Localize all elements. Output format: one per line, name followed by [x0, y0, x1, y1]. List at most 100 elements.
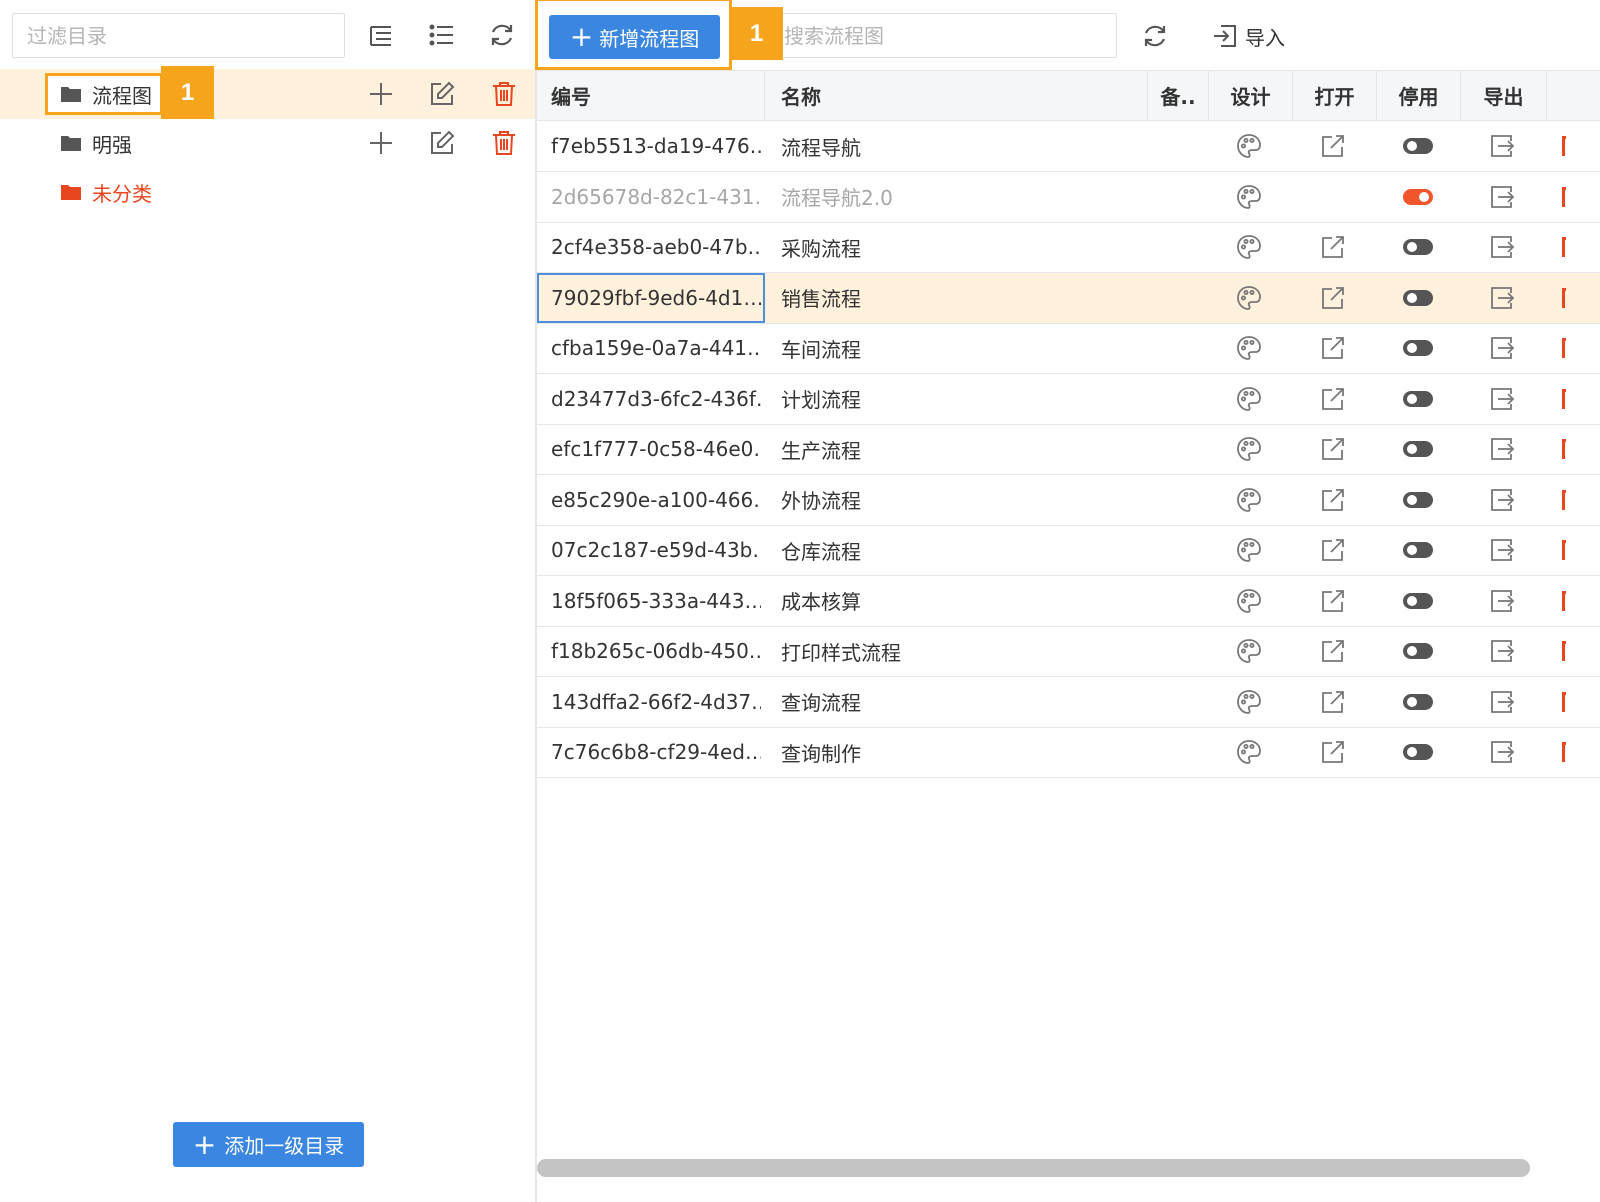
delete-icon[interactable] [1562, 590, 1566, 611]
export-icon[interactable] [1488, 587, 1516, 615]
open-external-icon[interactable] [1319, 587, 1347, 615]
tree-row-flowchart[interactable]: 流程图 1 [0, 66, 535, 119]
list-icon[interactable] [427, 20, 457, 50]
disable-toggle[interactable] [1403, 693, 1433, 710]
tree-row-uncategorized[interactable]: 未分类 [0, 167, 535, 217]
export-icon[interactable] [1488, 183, 1516, 211]
list-tree-icon[interactable] [366, 20, 396, 50]
table-row[interactable]: f7eb5513-da19-476… 流程导航 [537, 121, 1600, 172]
disable-toggle[interactable] [1403, 289, 1433, 306]
filter-directory-input[interactable] [12, 13, 345, 58]
delete-icon[interactable] [489, 128, 519, 158]
disable-toggle[interactable] [1403, 643, 1433, 659]
open-external-icon[interactable] [1319, 637, 1347, 665]
open-external-icon[interactable] [1319, 738, 1347, 766]
tree-row-mingqiang[interactable]: 明强 [0, 118, 535, 168]
delete-icon[interactable] [1562, 388, 1566, 409]
header-remark[interactable]: 备.. [1148, 71, 1209, 120]
export-icon[interactable] [1488, 536, 1516, 564]
disable-toggle[interactable] [1403, 491, 1433, 508]
open-external-icon[interactable] [1319, 385, 1347, 413]
open-external-icon[interactable] [1319, 233, 1347, 261]
disable-toggle[interactable] [1403, 390, 1433, 407]
export-icon[interactable] [1488, 435, 1516, 463]
export-icon[interactable] [1488, 334, 1516, 362]
palette-icon[interactable] [1235, 738, 1263, 766]
add-icon[interactable] [366, 79, 396, 109]
header-name[interactable]: 名称 [765, 71, 1148, 120]
open-external-icon[interactable] [1319, 284, 1347, 312]
disable-toggle[interactable] [1403, 441, 1433, 457]
disable-toggle[interactable] [1403, 239, 1433, 255]
delete-icon[interactable] [1562, 186, 1566, 207]
table-row[interactable]: f18b265c-06db-450… 打印样式流程 [537, 626, 1600, 677]
export-icon[interactable] [1488, 233, 1516, 261]
palette-icon[interactable] [1235, 688, 1263, 716]
disable-toggle[interactable] [1403, 138, 1433, 154]
refresh-icon[interactable] [1140, 21, 1170, 51]
header-open[interactable]: 打开 [1293, 71, 1377, 120]
table-row[interactable]: cfba159e-0a7a-441… 车间流程 [537, 323, 1600, 374]
new-flowchart-button[interactable]: + 新增流程图 [549, 15, 720, 59]
palette-icon[interactable] [1235, 536, 1263, 564]
export-icon[interactable] [1488, 688, 1516, 716]
delete-icon[interactable] [1562, 691, 1566, 712]
delete-icon[interactable] [1562, 489, 1566, 510]
open-external-icon[interactable] [1319, 435, 1347, 463]
disable-toggle[interactable] [1403, 542, 1433, 558]
table-row[interactable]: 7c76c6b8-cf29-4ed… 查询制作 [537, 727, 1600, 778]
header-design[interactable]: 设计 [1209, 71, 1293, 120]
palette-icon[interactable] [1235, 233, 1263, 261]
delete-icon[interactable] [1562, 742, 1566, 762]
table-row[interactable]: 2d65678d-82c1-431… 流程导航2.0 [537, 172, 1600, 223]
edit-icon[interactable] [427, 79, 457, 109]
disable-toggle[interactable] [1403, 188, 1433, 205]
table-row[interactable]: 18f5f065-333a-443… 成本核算 [537, 576, 1600, 627]
palette-icon[interactable] [1235, 334, 1263, 362]
palette-icon[interactable] [1235, 132, 1263, 160]
export-icon[interactable] [1488, 284, 1516, 312]
export-icon[interactable] [1488, 738, 1516, 766]
disable-toggle[interactable] [1403, 340, 1433, 356]
table-row[interactable]: 2cf4e358-aeb0-47b… 采购流程 [537, 222, 1600, 273]
delete-icon[interactable] [1562, 287, 1566, 308]
table-row[interactable]: 143dffa2-66f2-4d37… 查询流程 [537, 677, 1600, 728]
table-row[interactable]: d23477d3-6fc2-436f… 计划流程 [537, 374, 1600, 425]
tree-node-uncategorized[interactable]: 未分类 [48, 174, 160, 210]
palette-icon[interactable] [1235, 486, 1263, 514]
delete-icon[interactable] [1562, 136, 1566, 156]
palette-icon[interactable] [1235, 435, 1263, 463]
table-row[interactable]: 07c2c187-e59d-43b… 仓库流程 [537, 525, 1600, 576]
palette-icon[interactable] [1235, 637, 1263, 665]
table-row[interactable]: efc1f777-0c58-46e0… 生产流程 [537, 424, 1600, 475]
open-external-icon[interactable] [1319, 132, 1347, 160]
export-icon[interactable] [1488, 132, 1516, 160]
edit-icon[interactable] [427, 128, 457, 158]
palette-icon[interactable] [1235, 385, 1263, 413]
search-flowchart-input[interactable] [727, 13, 1117, 58]
disable-toggle[interactable] [1403, 592, 1433, 609]
export-icon[interactable] [1488, 637, 1516, 665]
horizontal-scrollbar[interactable] [537, 1159, 1530, 1177]
open-external-icon[interactable] [1319, 536, 1347, 564]
open-external-icon[interactable] [1319, 334, 1347, 362]
header-export[interactable]: 导出 [1461, 71, 1547, 120]
header-id[interactable]: 编号 [537, 71, 765, 120]
open-external-icon[interactable] [1319, 486, 1347, 514]
tree-node-mingqiang[interactable]: 明强 [48, 125, 140, 161]
delete-icon[interactable] [489, 79, 519, 109]
export-icon[interactable] [1488, 385, 1516, 413]
header-disable[interactable]: 停用 [1377, 71, 1461, 120]
delete-icon[interactable] [1562, 338, 1566, 358]
table-row[interactable]: e85c290e-a100-466… 外协流程 [537, 475, 1600, 526]
tree-node-flowchart[interactable]: 流程图 [45, 73, 163, 115]
palette-icon[interactable] [1235, 587, 1263, 615]
import-button[interactable]: 导入 [1211, 18, 1285, 54]
delete-icon[interactable] [1562, 641, 1566, 661]
disable-toggle[interactable] [1403, 744, 1433, 760]
delete-icon[interactable] [1562, 237, 1566, 257]
delete-icon[interactable] [1562, 439, 1566, 459]
palette-icon[interactable] [1235, 284, 1263, 312]
refresh-icon[interactable] [487, 20, 517, 50]
add-icon[interactable] [366, 128, 396, 158]
